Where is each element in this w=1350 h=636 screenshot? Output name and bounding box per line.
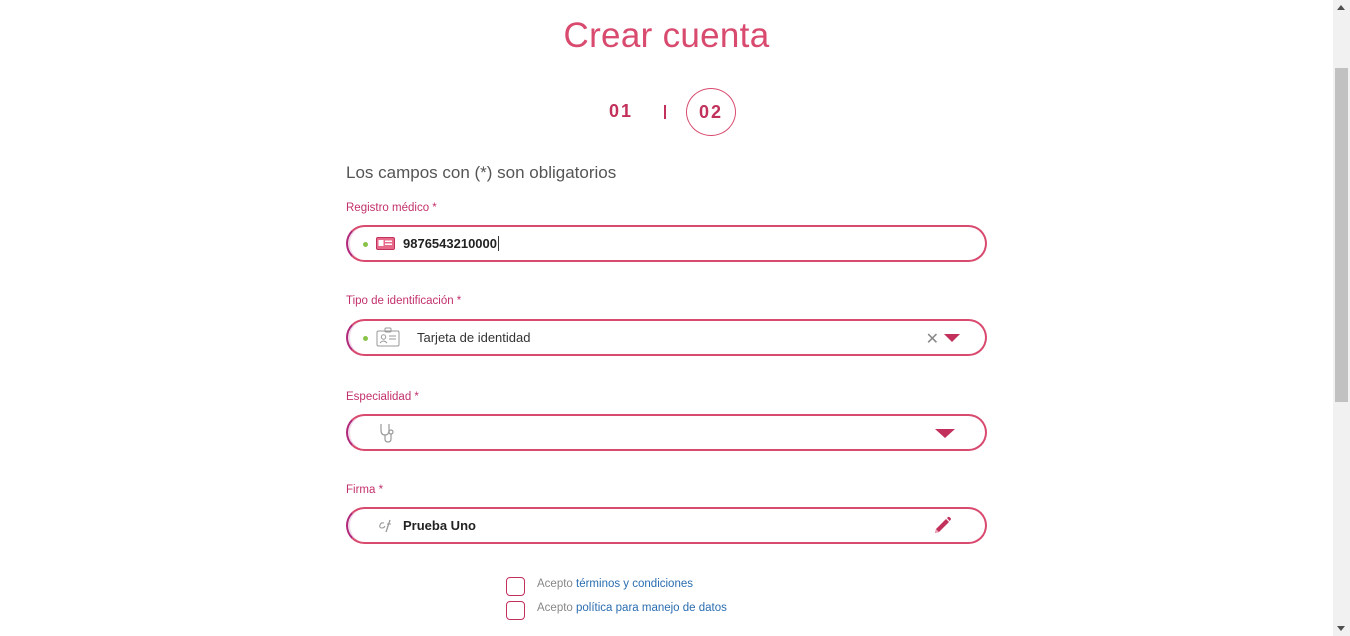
- step-indicator: 01 02: [606, 87, 740, 137]
- scrollbar-thumb[interactable]: [1335, 68, 1348, 402]
- signature-field[interactable]: Prueba Uno: [346, 507, 987, 544]
- scroll-up-icon[interactable]: [1337, 5, 1345, 10]
- privacy-link[interactable]: política para manejo de datos: [576, 602, 727, 614]
- id-type-select[interactable]: Tarjeta de identidad ✕: [346, 319, 987, 356]
- id-type-label: Tipo de identificación *: [346, 295, 462, 307]
- page-title: Crear cuenta: [563, 16, 770, 55]
- step-1[interactable]: 01: [609, 101, 633, 122]
- id-type-value: Tarjeta de identidad: [417, 330, 531, 345]
- clear-icon[interactable]: ✕: [926, 329, 939, 349]
- text-cursor: [498, 236, 499, 251]
- create-account-page: Crear cuenta 01 02 Los campos con (*) so…: [0, 0, 1333, 636]
- medical-record-value: 9876543210000: [403, 236, 497, 251]
- id-badge-icon: [376, 327, 400, 352]
- stethoscope-icon: [378, 422, 396, 449]
- specialty-select[interactable]: [346, 414, 987, 451]
- signature-value: Prueba Uno: [403, 518, 476, 533]
- step-2-active[interactable]: 02: [686, 88, 736, 136]
- vertical-scrollbar[interactable]: [1333, 0, 1350, 636]
- dropdown-arrow-icon[interactable]: [944, 334, 960, 342]
- valid-indicator: [363, 242, 368, 247]
- terms-checkbox[interactable]: [506, 577, 525, 596]
- step-separator: [664, 105, 666, 119]
- signature-icon: [378, 519, 394, 538]
- signature-label: Firma *: [346, 484, 384, 496]
- id-card-icon: [376, 237, 395, 255]
- medical-record-field[interactable]: 9876543210000: [346, 225, 987, 262]
- privacy-prefix: Acepto: [537, 602, 573, 614]
- privacy-checkbox[interactable]: [506, 601, 525, 620]
- valid-indicator: [363, 336, 368, 341]
- terms-link[interactable]: términos y condiciones: [576, 578, 693, 590]
- dropdown-arrow-icon[interactable]: [935, 429, 955, 438]
- pencil-icon[interactable]: [932, 516, 952, 541]
- medical-record-label: Registro médico *: [346, 202, 437, 214]
- required-fields-hint: Los campos con (*) son obligatorios: [346, 163, 617, 182]
- scroll-down-icon[interactable]: [1337, 626, 1345, 631]
- terms-prefix: Acepto: [537, 578, 573, 590]
- specialty-label: Especialidad *: [346, 391, 419, 403]
